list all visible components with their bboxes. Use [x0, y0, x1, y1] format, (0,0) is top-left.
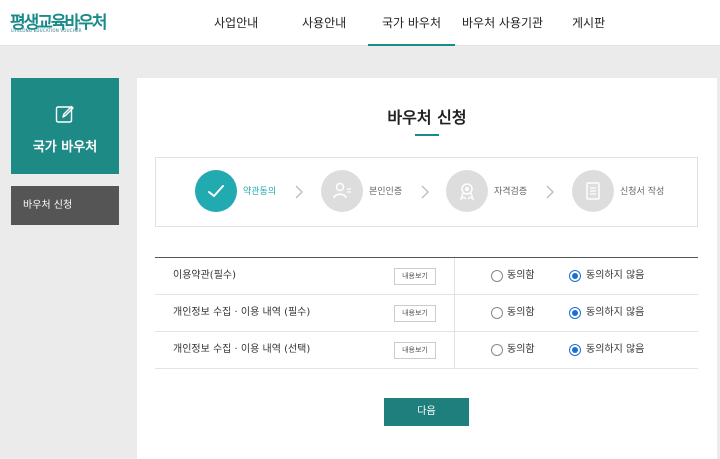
column-divider	[454, 295, 455, 331]
terms-name: 개인정보 수집 · 이용 내역 (선택)	[173, 344, 311, 355]
view-content-button[interactable]: 내용보기	[394, 305, 436, 322]
table-row: 이용약관(필수) 내용보기 동의함 동의하지 않음	[155, 258, 698, 295]
disagree-radio[interactable]	[569, 307, 581, 319]
step-label: 본인인증	[369, 187, 403, 197]
sidebar-banner: 국가 바우처	[11, 78, 119, 174]
view-content-button[interactable]: 내용보기	[394, 342, 436, 359]
step-label: 자격검증	[494, 187, 528, 197]
sidebar-item-voucher-apply[interactable]: 바우처 신청	[11, 186, 119, 225]
sidebar-banner-title: 국가 바우처	[32, 140, 98, 155]
chevron-right-icon	[421, 185, 429, 199]
award-icon	[459, 183, 475, 201]
column-divider	[454, 332, 455, 368]
nav-item-usage-guide[interactable]: 사용안내	[302, 0, 346, 46]
step-circle	[321, 170, 363, 212]
page-title: 바우처 신청	[387, 108, 467, 127]
agree-label: 동의함	[507, 270, 535, 281]
disagree-label: 동의하지 않음	[586, 307, 645, 318]
document-icon	[586, 182, 600, 200]
terms-name: 이용약관(필수)	[173, 270, 237, 281]
column-divider	[454, 258, 455, 294]
user-icon	[333, 182, 351, 199]
step-circle	[446, 170, 488, 212]
terms-agreement-table: 이용약관(필수) 내용보기 동의함 동의하지 않음 개인정보 수집 · 이용 내…	[155, 257, 698, 369]
site-header: 평생교육바우처 LIFELONG EDUCATION VOUCHER 사업안내 …	[0, 0, 720, 46]
terms-name: 개인정보 수집 · 이용 내역 (필수)	[173, 307, 311, 318]
view-content-button[interactable]: 내용보기	[394, 268, 436, 285]
table-row: 개인정보 수집 · 이용 내역 (필수) 내용보기 동의함 동의하지 않음	[155, 295, 698, 332]
step-circle	[195, 170, 237, 212]
nav-item-voucher-institutions[interactable]: 바우처 사용기관	[462, 0, 543, 46]
main-content: 바우처 신청 약관동의 본인인증 자격검증 신청서 작성 이용약관(필수) 내용…	[137, 78, 717, 459]
agree-radio[interactable]	[491, 307, 503, 319]
disagree-radio[interactable]	[569, 344, 581, 356]
agree-radio[interactable]	[491, 270, 503, 282]
logo-subtext: LIFELONG EDUCATION VOUCHER	[11, 28, 82, 33]
agree-label: 동의함	[507, 307, 535, 318]
disagree-label: 동의하지 않음	[586, 344, 645, 355]
pencil-icon	[55, 105, 74, 123]
title-underline	[415, 134, 439, 136]
disagree-label: 동의하지 않음	[586, 270, 645, 281]
disagree-radio[interactable]	[569, 270, 581, 282]
step-indicator: 약관동의 본인인증 자격검증 신청서 작성	[155, 157, 698, 227]
table-row: 개인정보 수집 · 이용 내역 (선택) 내용보기 동의함 동의하지 않음	[155, 332, 698, 369]
step-circle	[572, 170, 614, 212]
nav-item-business-info[interactable]: 사업안내	[214, 0, 258, 46]
step-label: 약관동의	[243, 187, 277, 197]
next-button[interactable]: 다음	[384, 398, 469, 426]
site-logo[interactable]: 평생교육바우처 LIFELONG EDUCATION VOUCHER	[10, 10, 107, 36]
nav-item-board[interactable]: 게시판	[572, 0, 605, 46]
check-icon	[208, 185, 224, 197]
chevron-right-icon	[546, 185, 554, 199]
step-label: 신청서 작성	[620, 187, 665, 197]
chevron-right-icon	[295, 185, 303, 199]
nav-item-national-voucher[interactable]: 국가 바우처	[368, 0, 455, 46]
agree-label: 동의함	[507, 344, 535, 355]
agree-radio[interactable]	[491, 344, 503, 356]
